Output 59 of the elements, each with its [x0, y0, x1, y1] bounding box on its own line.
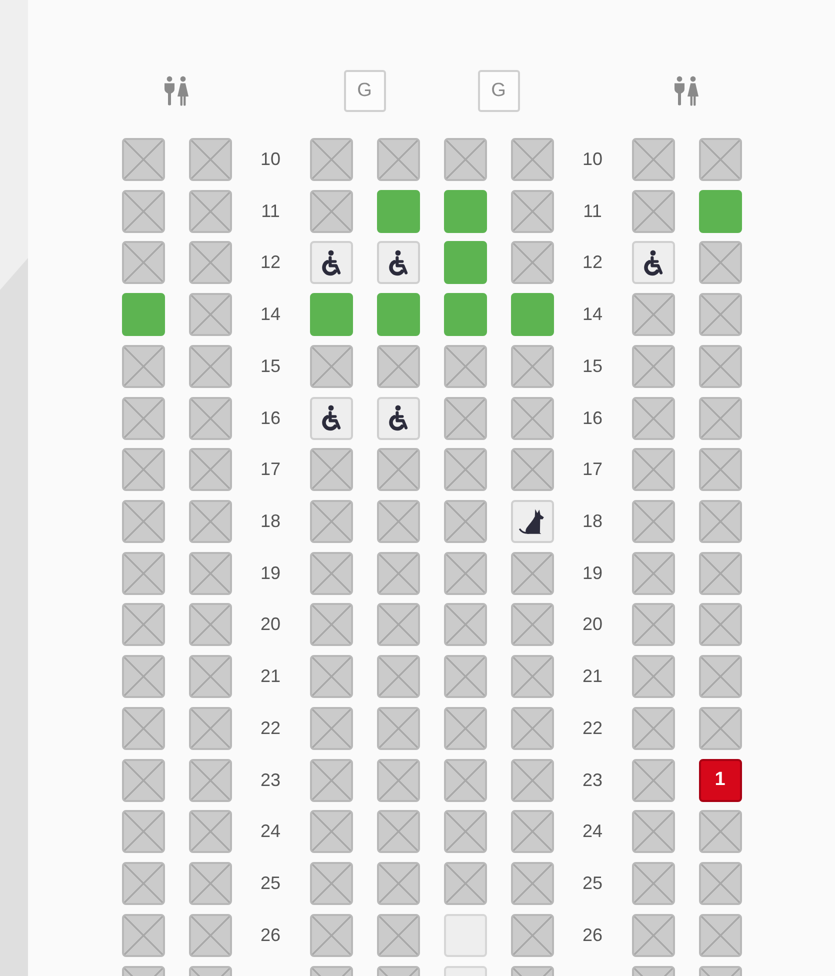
available-seat[interactable] — [698, 190, 742, 233]
pet-seat[interactable] — [510, 500, 554, 544]
available-seat[interactable] — [444, 293, 486, 336]
row-number: 16 — [260, 408, 281, 429]
wheelchair-icon — [641, 250, 665, 276]
row-number: 15 — [260, 356, 281, 377]
empty-seat[interactable] — [444, 914, 486, 957]
row-number: 11 — [583, 200, 602, 222]
galley-sign: G — [478, 70, 520, 112]
selected-seat[interactable]: 1 — [698, 758, 742, 802]
row-number: 12 — [260, 252, 281, 274]
row-number: 14 — [260, 304, 281, 326]
row-number: 20 — [260, 614, 281, 636]
row-number: 24 — [260, 821, 281, 842]
available-seat[interactable] — [444, 190, 486, 233]
dog-icon — [519, 508, 545, 536]
row-number: 11 — [261, 200, 280, 222]
wheelchair-seat[interactable] — [376, 396, 420, 440]
row-number: 26 — [260, 924, 281, 946]
row-number: 25 — [260, 873, 281, 894]
row-number: 16 — [582, 408, 603, 429]
row-number: 26 — [582, 924, 603, 946]
row-number: 21 — [260, 666, 281, 688]
row-number: 17 — [582, 459, 603, 480]
row-number: 23 — [260, 770, 281, 791]
row-number: 19 — [260, 562, 281, 584]
row-number: 10 — [260, 149, 281, 170]
row-number: 15 — [582, 356, 603, 377]
available-seat[interactable] — [510, 293, 554, 336]
row-number: 20 — [582, 614, 603, 636]
lavatory-icon — [162, 76, 191, 106]
row-number: 14 — [582, 304, 603, 326]
wheelchair-seat[interactable] — [310, 396, 352, 440]
row-number: 18 — [260, 511, 281, 532]
wheelchair-seat[interactable] — [310, 241, 352, 284]
wheelchair-seat[interactable] — [632, 241, 674, 284]
lavatory-icon — [672, 76, 701, 106]
wheelchair-icon — [319, 405, 343, 432]
available-seat[interactable] — [444, 241, 486, 284]
row-number: 18 — [582, 511, 603, 532]
row-number: 12 — [582, 252, 603, 274]
available-seat[interactable] — [376, 293, 420, 336]
row-number: 17 — [260, 459, 281, 480]
available-seat[interactable] — [122, 293, 164, 336]
wheelchair-seat[interactable] — [376, 241, 420, 284]
row-number: 19 — [582, 562, 603, 584]
row-number: 25 — [582, 873, 603, 894]
row-number: 22 — [260, 718, 281, 739]
wheelchair-icon — [386, 250, 410, 276]
available-seat[interactable] — [376, 190, 420, 233]
row-number: 10 — [582, 149, 603, 170]
wheelchair-icon — [386, 405, 410, 432]
row-number: 21 — [582, 666, 603, 688]
available-seat[interactable] — [310, 293, 352, 336]
wheelchair-icon — [319, 250, 343, 276]
row-number: 23 — [582, 770, 603, 791]
row-number: 24 — [582, 821, 603, 842]
row-number: 22 — [582, 718, 603, 739]
galley-sign: G — [344, 70, 386, 112]
